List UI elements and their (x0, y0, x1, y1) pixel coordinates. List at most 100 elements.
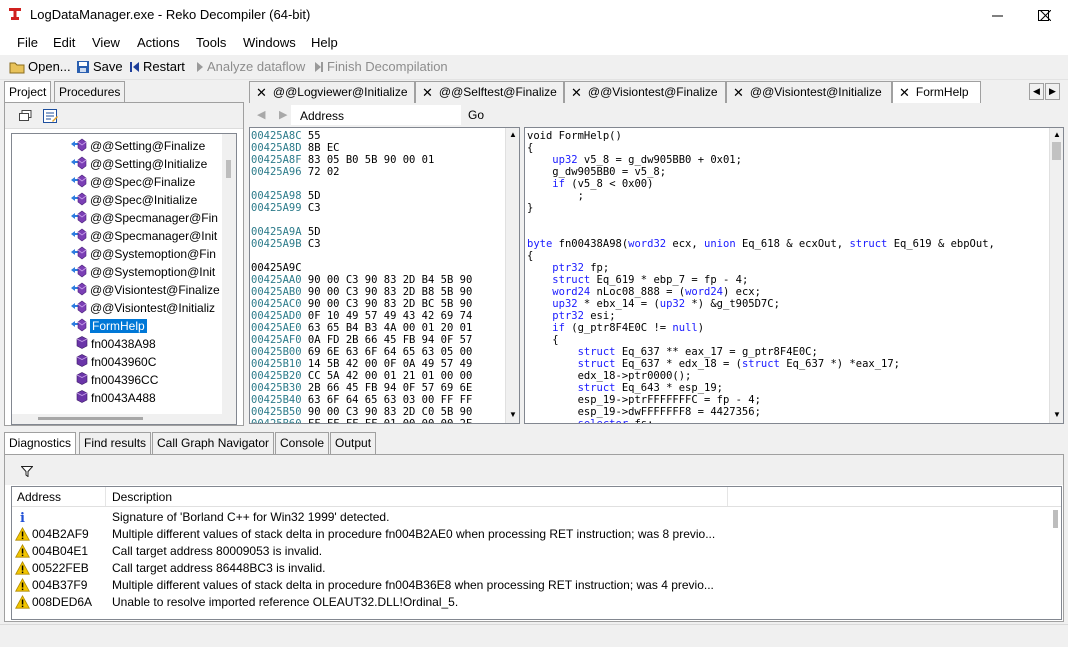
tree-item[interactable]: @@Setting@Finalize (70, 137, 205, 155)
tree-item-label: @@Spec@Initialize (90, 193, 198, 207)
tree-vertical-scrollbar[interactable] (222, 134, 236, 424)
tree-item[interactable]: @@Visiontest@Finalize (70, 281, 220, 299)
collapse-all-icon[interactable] (19, 110, 32, 122)
project-tree[interactable]: @@Setting@Finalize @@Setting@Initialize @@… (11, 133, 237, 425)
menu-file[interactable]: File (17, 35, 38, 50)
tab-find-results[interactable]: Find results (79, 432, 152, 454)
back-arrow-icon[interactable]: ◀ (257, 108, 265, 121)
menu-tools[interactable]: Tools (196, 35, 226, 50)
close-tab-icon[interactable]: ✕ (899, 85, 910, 103)
code-line: esp_19->dwFFFFFFF8 = 4427356; (527, 406, 761, 418)
open-folder-icon (9, 62, 25, 73)
tree-item[interactable]: @@Setting@Initialize (70, 155, 207, 173)
address-input[interactable]: Address (291, 105, 461, 125)
diagnostic-row[interactable]: 004B2AF9 Multiple different values of sta… (12, 526, 1042, 543)
tab-console[interactable]: Console (275, 432, 330, 454)
tree-item[interactable]: fn004396CC (76, 371, 158, 389)
menu-view[interactable]: View (92, 35, 120, 50)
hex-line: 00425A98 5D (251, 190, 321, 202)
doc-tab-label: FormHelp (915, 85, 969, 99)
doc-tab-formhelp[interactable]: ✕ FormHelp (892, 81, 981, 103)
doc-tab-label: @@Selftest@Finalize (438, 85, 557, 99)
scroll-up-icon[interactable]: ▲ (1053, 130, 1061, 139)
diagnostics-scrollbar[interactable] (1053, 510, 1058, 528)
tabs-scroll-right-icon[interactable]: ▶ (1045, 83, 1060, 100)
scroll-down-icon[interactable]: ▼ (1053, 410, 1061, 419)
hex-view[interactable]: 00425A8C 55 00425A8D 8B EC 00425A8F 83 05 … (249, 127, 520, 424)
doc-tab-visiontest-initialize[interactable]: ✕ @@Visiontest@Initialize (726, 81, 892, 103)
doc-tab-visiontest-finalize[interactable]: ✕ @@Visiontest@Finalize (564, 81, 726, 103)
procedure-arrow-icon (70, 264, 87, 281)
play-icon (197, 61, 203, 72)
tree-item-label: @@Specmanager@Init (90, 229, 218, 243)
diagnostic-row[interactable]: i Signature of 'Borland C++ for Win32 199… (12, 509, 1042, 526)
tree-item[interactable]: FormHelp (70, 317, 147, 335)
diagnostics-toolbar (5, 455, 1063, 485)
close-tab-icon[interactable]: ✕ (733, 85, 744, 103)
address-label: Address (300, 109, 345, 123)
forward-arrow-icon[interactable]: ▶ (279, 108, 287, 121)
tree-item[interactable]: @@Spec@Finalize (70, 173, 195, 191)
tree-item-label: @@Visiontest@Initializ (90, 301, 216, 315)
hex-line: 00425B20 CC 5A 42 00 01 21 01 00 00 (251, 370, 473, 382)
tree-item[interactable]: @@Systemoption@Fin (70, 245, 216, 263)
tree-item[interactable]: @@Specmanager@Fin (70, 209, 218, 227)
go-button[interactable]: Go (468, 108, 484, 122)
menu-edit[interactable]: Edit (53, 35, 75, 50)
tab-output[interactable]: Output (330, 432, 377, 454)
tree-item-label: fn00438A98 (91, 337, 156, 351)
diagnostic-row[interactable]: 004B37F9 Multiple different values of sta… (12, 577, 1042, 594)
tab-call-graph-navigator[interactable]: Call Graph Navigator (152, 432, 275, 454)
filter-icon[interactable] (21, 466, 33, 477)
hex-line: 00425B10 14 5B 42 00 0F 0A 49 57 49 (251, 358, 473, 370)
diagnostic-row[interactable]: 004B04E1 Call target address 80009053 is … (12, 543, 1042, 560)
scroll-down-icon[interactable]: ▼ (509, 410, 517, 419)
tab-procedures[interactable]: Procedures (54, 81, 126, 103)
diagnostics-list[interactable]: Address Description i Signature of 'Borla… (11, 486, 1062, 620)
hex-line: 00425AB0 90 00 C3 90 83 2D B8 5B 90 (251, 286, 473, 298)
menu-help[interactable]: Help (311, 35, 338, 50)
tab-project[interactable]: Project (4, 81, 52, 104)
doc-tab-logviewer-initialize[interactable]: ✕ @@Logviewer@Initialize (249, 81, 415, 103)
code-line: { (527, 142, 534, 154)
close-tab-icon[interactable]: ✕ (571, 85, 582, 103)
code-view[interactable]: void FormHelp(){ up32 v5_8 = g_dw905BB0 … (524, 127, 1064, 424)
tree-item[interactable]: @@Visiontest@Initializ (70, 299, 215, 317)
diagnostic-row[interactable]: 008DED6A Unable to resolve imported refer… (12, 594, 1042, 611)
hex-line: 00425A8F 83 05 B0 5B 90 00 01 (251, 154, 435, 166)
column-address[interactable]: Address (17, 490, 61, 504)
close-tab-icon[interactable]: ✕ (422, 85, 433, 103)
finish-decompilation-button[interactable]: Finish Decompilation (314, 59, 448, 74)
code-vertical-scrollbar[interactable]: ▲ ▼ (1049, 128, 1063, 423)
tree-item[interactable]: fn0043960C (76, 353, 156, 371)
menu-actions[interactable]: Actions (137, 35, 180, 50)
hex-line: 00425B40 63 6F 64 65 63 03 00 FF FF (251, 394, 473, 406)
hex-vertical-scrollbar[interactable]: ▲ ▼ (505, 128, 519, 423)
tree-horizontal-scrollbar[interactable] (12, 414, 234, 424)
tree-item[interactable]: fn0043A488 (76, 389, 156, 407)
address-bar: ◀ ▶ Address Go (249, 103, 1065, 127)
doc-tab-selftest-finalize[interactable]: ✕ @@Selftest@Finalize (415, 81, 564, 103)
close-button[interactable] (1022, 0, 1068, 31)
procedure-arrow-icon (70, 300, 87, 317)
tree-item[interactable]: fn00438A98 (76, 335, 156, 353)
restart-button[interactable]: Restart (130, 59, 185, 74)
tree-item[interactable]: @@Spec@Initialize (70, 191, 197, 209)
tab-diagnostics[interactable]: Diagnostics (4, 432, 77, 454)
save-button[interactable]: Save (76, 59, 123, 74)
analyze-dataflow-button[interactable]: Analyze dataflow (196, 59, 305, 74)
code-line: } (527, 202, 534, 214)
procedure-arrow-icon (70, 282, 87, 299)
tree-item[interactable]: @@Specmanager@Init (70, 227, 217, 245)
tabs-scroll-left-icon[interactable]: ◀ (1029, 83, 1044, 100)
close-tab-icon[interactable]: ✕ (256, 85, 267, 103)
menu-windows[interactable]: Windows (243, 35, 296, 50)
open-button[interactable]: Open... (9, 59, 71, 74)
warning-icon (15, 594, 30, 610)
scroll-up-icon[interactable]: ▲ (509, 130, 517, 139)
column-description[interactable]: Description (112, 490, 172, 504)
tree-item[interactable]: @@Systemoption@Init (70, 263, 215, 281)
properties-icon[interactable] (43, 109, 58, 124)
diagnostic-address: 004B37F9 (32, 578, 88, 592)
diagnostic-row[interactable]: 00522FEB Call target address 86448BC3 is … (12, 560, 1042, 577)
